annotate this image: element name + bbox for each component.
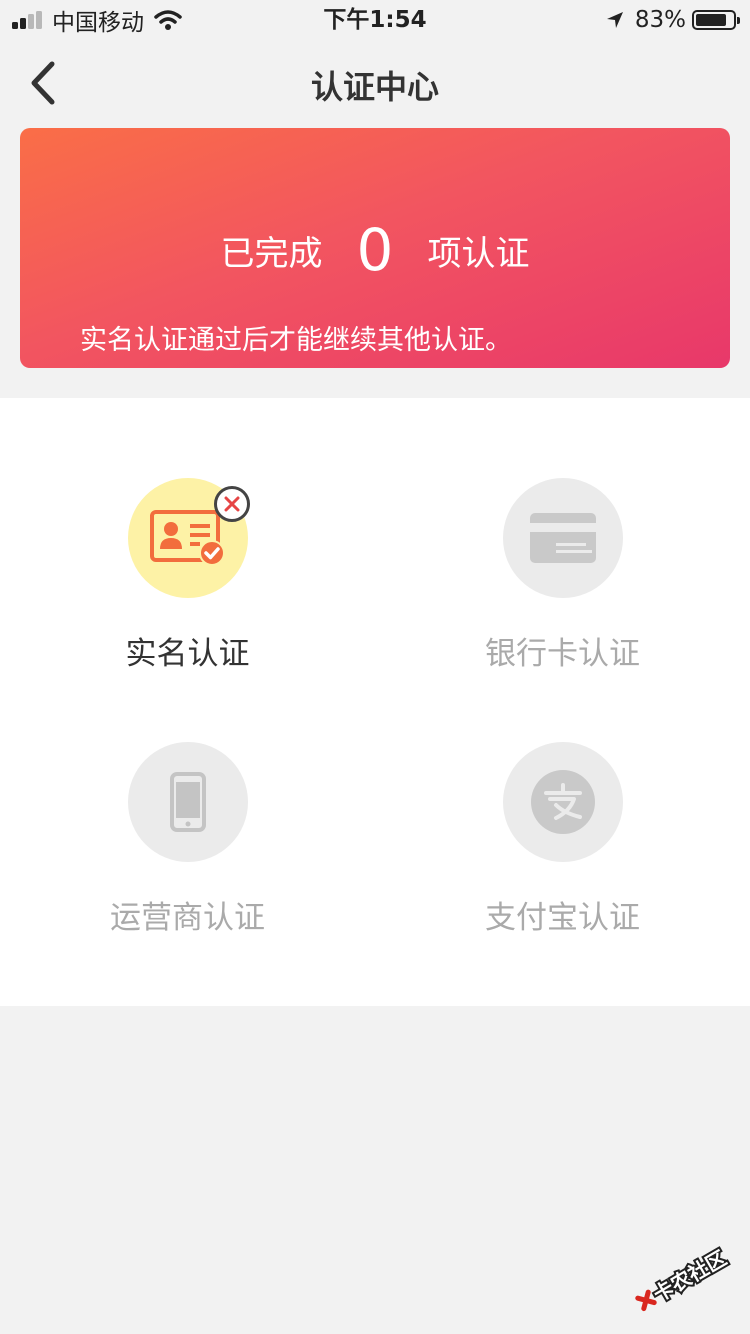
bank-card-circle [502, 478, 623, 598]
battery-icon [692, 10, 740, 30]
verify-label: 支付宝认证 [485, 900, 640, 936]
verify-item-bank-card[interactable]: 银行卡认证 [375, 478, 750, 673]
phone-icon [169, 772, 206, 832]
verify-label: 运营商认证 [110, 900, 265, 936]
incomplete-status-badge [213, 486, 250, 522]
watermark-logo: 卡农社区 [626, 1234, 736, 1324]
nav-bar: 认证中心 [0, 40, 750, 128]
completed-prefix: 已完成 [220, 233, 323, 274]
svg-text:卡农社区: 卡农社区 [649, 1246, 730, 1307]
verification-grid: 实名认证 银行卡认证 运营商认证 支付宝认证 [0, 398, 750, 1006]
verify-item-carrier[interactable]: 运营商认证 [0, 742, 375, 937]
completed-count: 0 [356, 216, 394, 284]
battery-percent: 83% [634, 7, 686, 33]
carrier-circle [127, 742, 248, 862]
close-icon [224, 496, 239, 512]
alipay-icon [530, 770, 595, 834]
summary-card: 已完成 0 项认证 实名认证通过后才能继续其他认证。 [20, 128, 730, 368]
id-card-icon [149, 510, 225, 566]
real-name-circle [127, 478, 250, 598]
status-bar: 中国移动 下午1:54 83% [0, 0, 750, 40]
summary-note: 实名认证通过后才能继续其他认证。 [80, 325, 512, 356]
status-right: 83% [605, 6, 740, 34]
verify-label: 银行卡认证 [485, 636, 640, 672]
verify-item-alipay[interactable]: 支付宝认证 [375, 742, 750, 937]
verify-item-real-name[interactable]: 实名认证 [0, 478, 375, 673]
page-title: 认证中心 [310, 68, 439, 106]
completed-suffix: 项认证 [427, 233, 530, 274]
alipay-circle [502, 742, 623, 862]
bank-card-icon [529, 513, 596, 563]
location-icon [606, 12, 623, 28]
verify-label: 实名认证 [125, 636, 250, 672]
completed-count-row: 已完成 0 项认证 [20, 216, 730, 284]
